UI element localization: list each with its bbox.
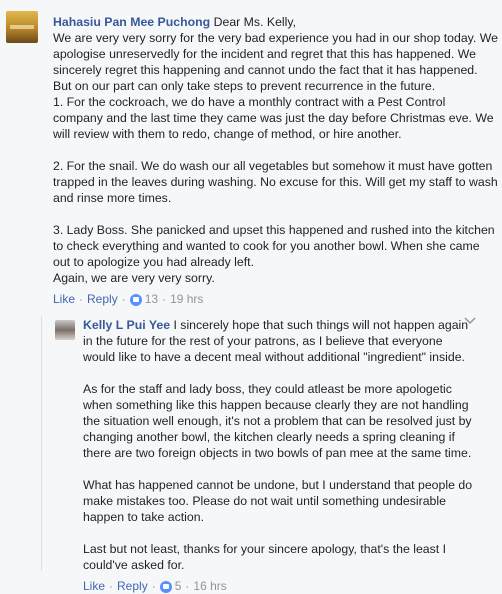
reaction-count[interactable]: 5 [175,578,182,594]
reply-para-2: As for the staff and lady boss, they cou… [83,382,472,460]
separator-dot: · [162,292,167,306]
comment-para-snail: 2. For the snail. We do wash our all veg… [53,159,498,205]
separator-dot: · [185,579,190,593]
like-link[interactable]: Like [83,578,105,594]
reply-author-name[interactable]: Kelly L Pui Yee [83,318,170,332]
reply-link[interactable]: Reply [87,291,118,307]
comment-actions: Like · Reply · 13 · 19 hrs [53,291,498,307]
comment-timestamp[interactable]: 19 hrs [170,291,203,307]
comment-para-ladyboss: 3. Lady Boss. She panicked and upset thi… [53,223,495,285]
reply-para-1: Kelly L Pui Yee I sincerely hope that su… [83,317,473,365]
chevron-down-icon[interactable] [464,316,476,326]
reaction-count[interactable]: 13 [145,291,158,307]
comment-hahasiu: Hahasiu Pan Mee Puchong Dear Ms. Kelly, … [53,14,498,307]
separator-dot: · [151,579,156,593]
separator-dot: · [121,292,126,306]
comment-author-name[interactable]: Hahasiu Pan Mee Puchong [53,15,210,29]
separator-dot: · [109,579,114,593]
like-link[interactable]: Like [53,291,75,307]
reply-para-3: What has happened cannot be undone, but … [83,478,473,524]
separator-dot: · [79,292,84,306]
reply-body: Kelly L Pui Yee I sincerely hope that su… [83,317,473,573]
comment-salutation: Dear Ms. Kelly, [213,15,297,29]
reply-para-4: Last but not least, thanks for your sinc… [83,542,447,572]
comment-body: Hahasiu Pan Mee Puchong Dear Ms. Kelly, … [53,14,498,142]
thumbs-up-icon[interactable] [159,581,172,593]
shop-avatar[interactable] [6,11,38,43]
user-avatar[interactable] [55,320,75,340]
reply-actions: Like · Reply · 5 · 16 hrs [83,578,473,594]
thumbs-up-icon[interactable] [129,294,142,306]
reply-thread-line [41,316,42,571]
comment-text-main: We are very very sorry for the very bad … [53,31,498,141]
reply-timestamp[interactable]: 16 hrs [193,578,226,594]
comment-kelly: Kelly L Pui Yee I sincerely hope that su… [83,317,473,594]
reply-link[interactable]: Reply [117,578,148,594]
